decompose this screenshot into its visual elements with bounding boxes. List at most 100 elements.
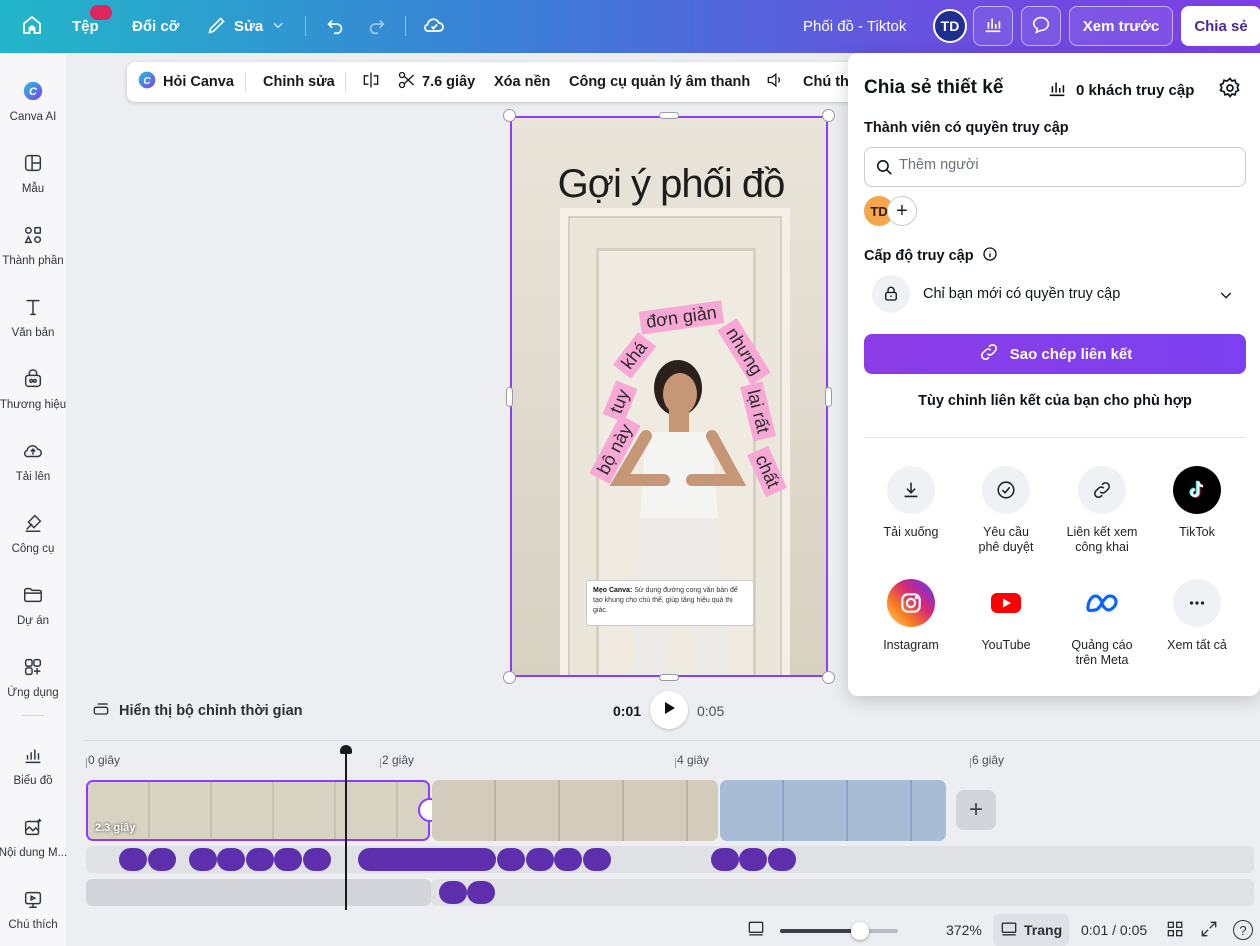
resize-menu[interactable]: Đổi cỡ [132, 0, 179, 53]
audio-beat [768, 848, 796, 871]
analytics-button[interactable] [973, 6, 1013, 46]
zoom-slider[interactable] [780, 929, 898, 933]
sidebar-item-captions[interactable]: Chú thích [0, 885, 66, 946]
clip-thumbnails [720, 780, 946, 841]
share-option-label: YouTube [981, 638, 1031, 652]
audio-beat [583, 848, 611, 871]
share-option-instagram[interactable]: Instagram [863, 579, 959, 653]
playhead-handle[interactable] [340, 745, 352, 754]
share-button[interactable]: Chia sẻ [1181, 6, 1260, 46]
time-tick-label: 6 giây [972, 753, 1005, 767]
ask-canva-button[interactable]: C Hỏi Canva [137, 62, 234, 102]
copy-link-button[interactable]: Sao chép liên kết [864, 334, 1246, 374]
comment-icon [1030, 13, 1052, 39]
sidebar-item-label: Nội dung M... [0, 847, 68, 859]
sidebar-item-magic-media[interactable]: Nội dung M... [0, 813, 68, 883]
audio-track-2-rest[interactable] [431, 879, 1254, 906]
audio-tools-label: Công cụ quản lý âm thanh [569, 74, 751, 90]
edit-media-button[interactable]: Chỉnh sửa [263, 62, 335, 102]
zoom-level[interactable]: 372% [946, 914, 982, 946]
resize-handle[interactable] [659, 112, 679, 119]
sidebar-item-charts[interactable]: Biểu đồ [0, 741, 66, 811]
audio-tools-button[interactable]: Công cụ quản lý âm thanh [569, 62, 750, 102]
share-option-public-link[interactable]: Liên kết xem công khai [1054, 466, 1150, 555]
add-member-button[interactable]: + [887, 196, 917, 226]
plus-icon: + [968, 796, 983, 823]
share-option-approval[interactable]: Yêu cầu phê duyệt [958, 466, 1054, 555]
add-clip-button[interactable]: + [956, 790, 996, 830]
add-people-field[interactable] [864, 147, 1246, 187]
sidebar-item-apps[interactable]: Ứng dụng [0, 653, 66, 723]
flip-button[interactable] [361, 62, 381, 102]
sidebar-item-brand[interactable]: Thương hiệu [0, 365, 66, 435]
playhead[interactable] [345, 748, 347, 910]
fullscreen-button[interactable] [1199, 914, 1219, 946]
resize-handle[interactable] [503, 671, 516, 684]
design-title[interactable]: Phối đồ - Tiktok [803, 0, 906, 53]
audio-track[interactable] [86, 846, 1254, 873]
redo-button[interactable] [366, 0, 388, 53]
customize-link-button[interactable]: Tùy chỉnh liên kết của bạn cho phù hợp [864, 393, 1246, 409]
chevron-down-icon [271, 18, 285, 36]
analytics-icon [1046, 77, 1068, 103]
captions-button[interactable]: Chú th [803, 62, 849, 102]
video-clip[interactable] [720, 780, 946, 841]
resize-handle[interactable] [822, 671, 835, 684]
help-button[interactable]: ? [1233, 914, 1253, 946]
share-option-meta[interactable]: Quảng cáo trên Meta [1054, 579, 1150, 668]
remove-bg-button[interactable]: Xóa nền [494, 62, 550, 102]
audio-beat [526, 848, 554, 871]
show-timing-label: Hiển thị bộ chỉnh thời gian [119, 703, 303, 719]
share-option-tiktok[interactable]: TikTok [1149, 466, 1245, 540]
comment-button[interactable] [1021, 6, 1061, 46]
notes-button[interactable] [746, 914, 766, 946]
sidebar-item-elements[interactable]: Thành phần [0, 221, 66, 291]
resize-handle[interactable] [506, 387, 513, 407]
share-option-see-all[interactable]: Xem tất cả [1149, 579, 1245, 653]
audio-track-2[interactable] [86, 879, 431, 906]
divider [405, 16, 406, 36]
video-clip[interactable] [432, 780, 718, 841]
avatar[interactable]: TD [933, 9, 967, 43]
design-canvas[interactable]: Gợi ý phối đồ bộ này tuy khá đơn giản nh… [510, 116, 828, 677]
video-clip-selected[interactable]: 2.3 giây [86, 780, 430, 841]
sidebar-divider [22, 715, 44, 716]
play-button[interactable] [650, 691, 688, 729]
edit-menu[interactable]: Sửa [206, 0, 285, 53]
file-menu[interactable]: Tệp [72, 0, 99, 53]
analytics-icon [982, 13, 1004, 39]
info-icon[interactable] [982, 246, 998, 266]
save-status[interactable] [422, 0, 446, 53]
resize-handle[interactable] [503, 109, 516, 122]
canvas-title[interactable]: Gợi ý phối đồ [512, 162, 826, 207]
volume-button[interactable] [765, 62, 785, 102]
undo-button[interactable] [324, 0, 346, 53]
trim-button[interactable]: 7.6 giây [397, 62, 475, 102]
preview-label: Xem trước [1082, 17, 1160, 35]
zoom-slider-handle[interactable] [851, 922, 870, 940]
visitors-button[interactable]: 0 khách truy cập [1046, 77, 1194, 103]
share-option-download[interactable]: Tải xuống [863, 466, 959, 540]
grid-view-button[interactable] [1165, 914, 1185, 946]
home-button[interactable] [20, 0, 44, 53]
sidebar-item-tools[interactable]: Công cụ [0, 509, 66, 579]
pages-button[interactable]: Trang [993, 914, 1069, 946]
sidebar-item-templates[interactable]: Mẫu [0, 149, 66, 219]
add-people-input[interactable] [899, 157, 1219, 173]
sidebar-item-text[interactable]: Văn bản [0, 293, 66, 363]
sidebar-item-canva-ai[interactable]: C Canva AI [0, 77, 66, 147]
design-title-text: Phối đồ - Tiktok [803, 18, 907, 35]
sidebar-item-projects[interactable]: Dự án [0, 581, 66, 651]
settings-button[interactable] [1218, 76, 1242, 105]
show-timing-toggle[interactable]: Hiển thị bộ chỉnh thời gian [91, 698, 303, 724]
resize-handle[interactable] [659, 674, 679, 681]
resize-handle[interactable] [825, 387, 832, 407]
share-option-youtube[interactable]: YouTube [958, 579, 1054, 653]
access-level-select[interactable]: Chỉ bạn mới có quyền truy cập [864, 275, 1246, 315]
preview-button[interactable]: Xem trước [1069, 6, 1173, 46]
sidebar-item-upload[interactable]: Tải lên [0, 437, 66, 507]
sidebar-item-label: Văn bản [11, 327, 55, 339]
resize-handle[interactable] [822, 109, 835, 122]
sidebar-item-label: Biểu đồ [13, 775, 53, 787]
resize-menu-label: Đổi cỡ [132, 18, 180, 35]
